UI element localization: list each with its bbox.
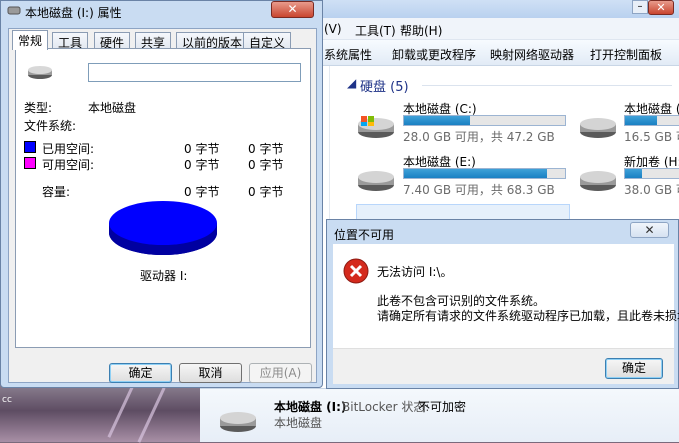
- capacity-bytes: 0 字节: [184, 185, 220, 199]
- type-value: 本地磁盘: [88, 101, 137, 115]
- windows-drive-icon: [356, 114, 396, 140]
- hard-drive-icon: [578, 167, 618, 193]
- tab-previous-versions[interactable]: 以前的版本: [176, 32, 249, 50]
- bitlocker-value: 不可加密: [418, 400, 467, 414]
- error-dialog-client: 无法访问 I:\。 此卷不包含可识别的文件系统。 请确定所有请求的文件系统驱动程…: [333, 244, 679, 384]
- capacity-bar: [624, 115, 679, 126]
- apply-button[interactable]: 应用(A): [249, 363, 312, 383]
- menu-help[interactable]: 帮助(H): [400, 22, 442, 39]
- drive-small-icon: [7, 4, 21, 19]
- hard-drive-icon: [356, 167, 396, 193]
- type-label: 类型:: [24, 101, 53, 115]
- details-drive-type: 本地磁盘: [274, 416, 323, 430]
- error-icon: [343, 258, 369, 287]
- capacity-size: 0 字节: [248, 185, 284, 199]
- minimize-button[interactable]: –: [632, 0, 648, 14]
- drive-icon: [26, 63, 54, 84]
- properties-title: 本地磁盘 (I:) 属性: [25, 6, 122, 20]
- details-pane: [200, 388, 679, 442]
- free-space-size: 0 字节: [248, 158, 284, 172]
- tab-general[interactable]: 常规: [12, 30, 49, 50]
- drive-free-space: 38.0 GB 可用: [624, 183, 679, 197]
- capacity-fill: [625, 116, 657, 125]
- error-dialog-footer: 确定: [333, 348, 674, 384]
- capacity-bar: [403, 168, 566, 179]
- properties-titlebar[interactable]: 本地磁盘 (I:) 属性 ✕: [1, 1, 322, 21]
- capacity-fill: [404, 169, 548, 178]
- divider: [24, 287, 304, 288]
- general-tab-panel: 类型: 本地磁盘 文件系统: 已用空间: 0 字节 0 字节 可用空间: 0 字…: [15, 48, 311, 348]
- open-control-panel-button[interactable]: 打开控制面板: [590, 46, 662, 63]
- divider: [24, 135, 304, 136]
- section-divider: [422, 85, 672, 86]
- section-title[interactable]: 硬盘 (5): [360, 76, 409, 95]
- cancel-button[interactable]: 取消: [179, 363, 242, 383]
- capacity-bar: [403, 115, 566, 126]
- used-space-size: 0 字节: [248, 142, 284, 156]
- used-space-bytes: 0 字节: [184, 142, 220, 156]
- capacity-fill: [404, 116, 470, 125]
- wallpaper-streak: [107, 382, 136, 438]
- divider: [24, 176, 304, 177]
- volume-name-input[interactable]: [88, 63, 301, 82]
- uninstall-program-button[interactable]: 卸载或更改程序: [392, 46, 476, 63]
- error-dialog: 位置不可用 ✕ 无法访问 I:\。 此卷不包含可识别的文件系统。 请确定所有请求…: [326, 219, 679, 389]
- tab-hardware[interactable]: 硬件: [94, 32, 131, 50]
- capacity-fill: [625, 169, 643, 178]
- filesystem-label: 文件系统:: [24, 119, 77, 133]
- wallpaper-streak: [137, 387, 166, 443]
- close-button[interactable]: ✕: [630, 222, 669, 238]
- close-button[interactable]: ✕: [648, 0, 674, 15]
- drive-i-details-icon: [218, 408, 258, 437]
- properties-client: 常规 工具 硬件 共享 以前的版本 自定义 类型: 本地磁盘 文件系统: 已用空…: [8, 28, 317, 383]
- drive-free-space: 28.0 GB 可用，共 47.2 GB: [403, 130, 555, 144]
- hard-drive-icon: [578, 114, 618, 140]
- section-collapse-icon[interactable]: ◢: [347, 76, 356, 90]
- tab-customize[interactable]: 自定义: [243, 32, 292, 50]
- drive-free-space: 16.5 GB 可用: [624, 130, 679, 144]
- system-properties-button[interactable]: 系统属性: [324, 46, 372, 63]
- error-dialog-title: 位置不可用: [334, 228, 395, 242]
- close-button[interactable]: ✕: [271, 1, 314, 18]
- menu-tools[interactable]: 工具(T): [355, 22, 396, 39]
- free-space-label: 可用空间:: [42, 158, 95, 172]
- properties-dialog: 本地磁盘 (I:) 属性 ✕ 常规 工具 硬件 共享 以前的版本 自定义 类型:…: [0, 0, 323, 388]
- details-drive-name: 本地磁盘 (I:): [274, 400, 347, 414]
- drive-letter-label: 驱动器 I:: [140, 269, 188, 283]
- tab-sharing[interactable]: 共享: [135, 32, 172, 50]
- capacity-bar: [624, 168, 679, 179]
- ok-button[interactable]: 确定: [605, 358, 663, 379]
- capacity-label: 容量:: [42, 185, 71, 199]
- drive-free-space: 7.40 GB 可用，共 68.3 GB: [403, 183, 555, 197]
- used-space-label: 已用空间:: [42, 142, 95, 156]
- error-message-line2: 请确定所有请求的文件系统驱动程序已加载，且此卷未损坏。: [377, 309, 679, 323]
- error-heading: 无法访问 I:\。: [377, 265, 453, 279]
- ok-button[interactable]: 确定: [109, 363, 172, 383]
- map-network-drive-button[interactable]: 映射网络驱动器: [490, 46, 574, 63]
- used-space-swatch: [24, 141, 36, 153]
- menu-view[interactable]: (V): [324, 22, 342, 36]
- free-space-bytes: 0 字节: [184, 158, 220, 172]
- free-space-swatch: [24, 157, 36, 169]
- disk-usage-pie: [107, 199, 219, 262]
- bitlocker-label: BitLocker 状态:: [342, 400, 430, 414]
- tab-tools[interactable]: 工具: [52, 32, 89, 50]
- desktop-text: cc: [2, 395, 12, 405]
- desktop-background: cc: [0, 382, 210, 443]
